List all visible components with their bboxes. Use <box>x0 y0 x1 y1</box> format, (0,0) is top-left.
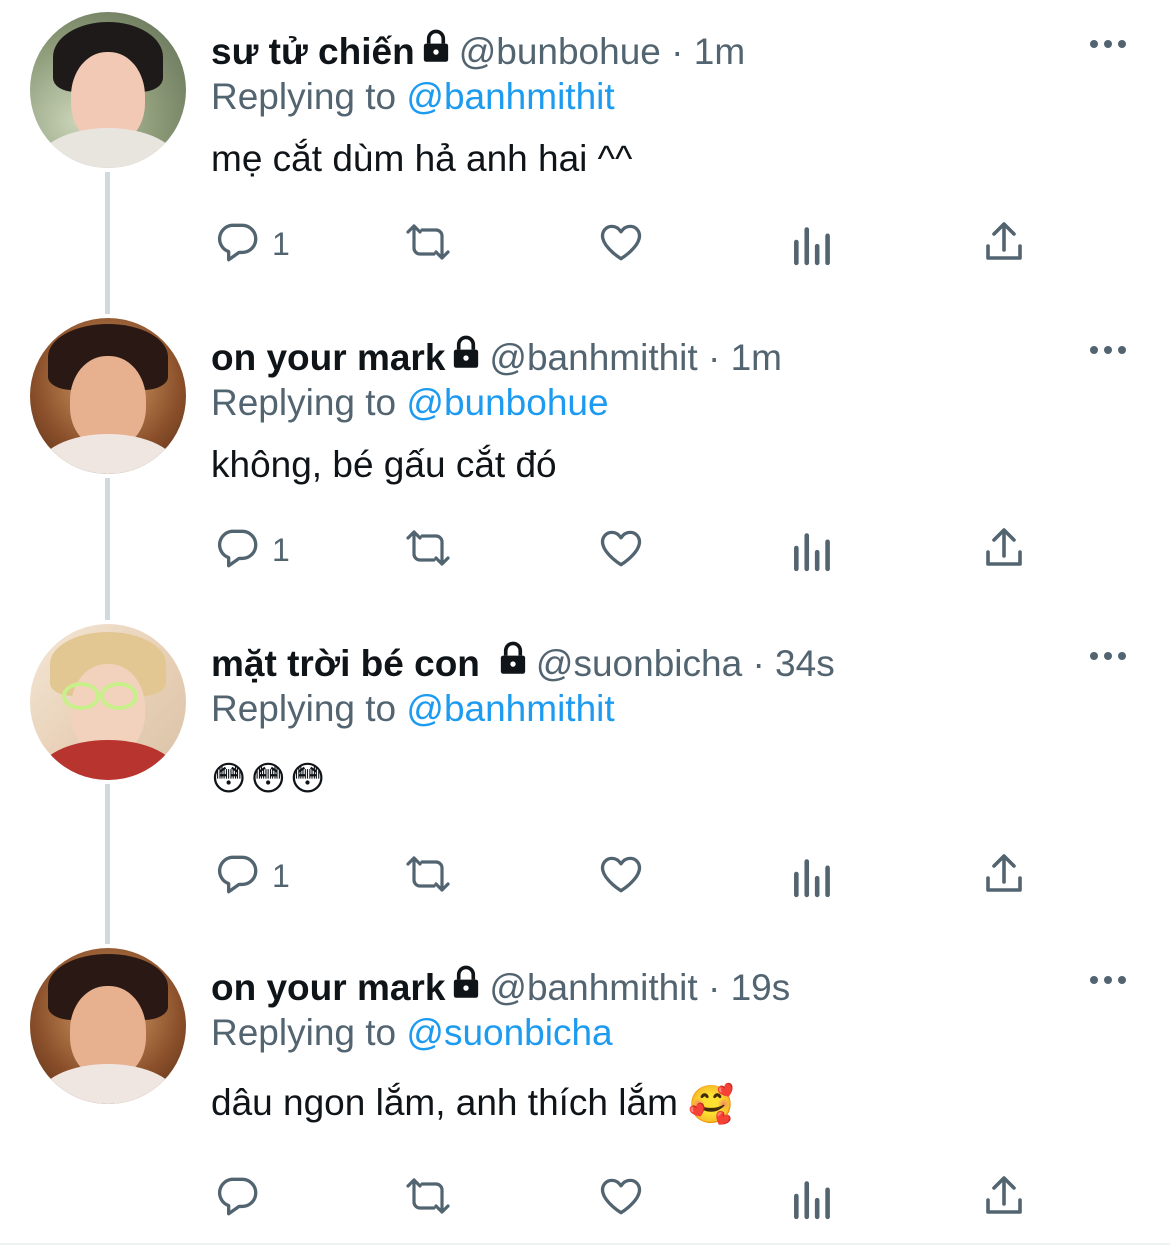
lock-icon <box>451 332 481 382</box>
heart-icon <box>596 1171 646 1226</box>
analytics-icon <box>790 523 836 578</box>
reply-count: 1 <box>272 857 290 894</box>
tweet[interactable]: on your mark @banhmithit · 1m Replying to… <box>0 318 1170 608</box>
divider <box>0 1243 1170 1245</box>
reply-button[interactable]: 1 <box>212 214 290 274</box>
timestamp[interactable]: 1m <box>731 337 782 378</box>
like-button[interactable] <box>596 1168 646 1228</box>
tweet-header: sư tử chiến @bunbohue · 1m <box>211 26 745 76</box>
tweet-header: on your mark @banhmithit · 19s <box>211 962 790 1012</box>
retweet-button[interactable] <box>400 214 456 274</box>
like-button[interactable] <box>596 214 646 274</box>
analytics-icon <box>790 1171 836 1226</box>
action-bar <box>0 1168 1170 1228</box>
tweet[interactable]: on your mark @banhmithit · 19s Replying t… <box>0 948 1170 1238</box>
retweet-button[interactable] <box>400 1168 456 1228</box>
avatar[interactable] <box>30 12 186 168</box>
handle[interactable]: @suonbicha <box>536 643 742 684</box>
avatar[interactable] <box>30 948 186 1104</box>
replying-to: Replying to @suonbicha <box>211 1012 613 1053</box>
separator-dot: · <box>707 336 721 378</box>
tweet-text: dâu ngon lắm, anh thích lắm 🥰 <box>211 1078 734 1130</box>
avatar[interactable] <box>30 318 186 474</box>
avatar[interactable] <box>30 624 186 780</box>
like-button[interactable] <box>596 520 646 580</box>
lock-icon <box>451 962 481 1012</box>
handle[interactable]: @bunbohue <box>459 31 661 72</box>
tweet-text: 😳😳😳 <box>211 760 330 798</box>
timestamp[interactable]: 1m <box>694 31 745 72</box>
tweet-header: on your mark @banhmithit · 1m <box>211 332 782 382</box>
reply-count: 1 <box>272 225 290 262</box>
separator-dot: · <box>671 30 684 72</box>
like-button[interactable] <box>596 846 646 906</box>
retweet-button[interactable] <box>400 520 456 580</box>
views-button[interactable] <box>790 1168 836 1228</box>
more-icon[interactable] <box>1088 972 1128 988</box>
reply-button[interactable]: 1 <box>212 846 290 906</box>
replying-to: Replying to @banhmithit <box>211 688 615 729</box>
tweet[interactable]: mặt trời bé con @suonbicha · 34s Replying… <box>0 624 1170 924</box>
reply-button[interactable]: 1 <box>212 520 290 580</box>
reply-icon <box>212 849 262 904</box>
lock-icon <box>498 638 528 688</box>
lock-icon <box>421 26 451 76</box>
views-button[interactable] <box>790 214 836 274</box>
action-bar: 1 <box>0 846 1170 906</box>
more-icon[interactable] <box>1088 342 1128 358</box>
smiling-hearts-emoji: 🥰 <box>688 1084 735 1126</box>
share-button[interactable] <box>980 1168 1028 1228</box>
reply-icon <box>212 1171 262 1226</box>
handle[interactable]: @banhmithit <box>489 337 697 378</box>
views-button[interactable] <box>790 520 836 580</box>
display-name[interactable]: mặt trời bé con <box>211 643 480 684</box>
replying-to: Replying to @bunbohue <box>211 382 609 423</box>
display-name[interactable]: sư tử chiến <box>211 31 415 72</box>
views-button[interactable] <box>790 846 836 906</box>
reply-count: 1 <box>272 531 290 568</box>
action-bar: 1 <box>0 520 1170 580</box>
heart-icon <box>596 523 646 578</box>
retweet-icon <box>400 523 456 578</box>
reply-icon <box>212 523 262 578</box>
share-button[interactable] <box>980 214 1028 274</box>
display-name[interactable]: on your mark <box>211 967 445 1008</box>
tweet-text: mẹ cắt dùm hả anh hai ^^ <box>211 138 633 179</box>
reply-icon <box>212 217 262 272</box>
handle[interactable]: @banhmithit <box>489 967 697 1008</box>
heart-icon <box>596 217 646 272</box>
analytics-icon <box>790 849 836 904</box>
action-bar: 1 <box>0 214 1170 274</box>
display-name[interactable]: on your mark <box>211 337 445 378</box>
timestamp[interactable]: 19s <box>731 967 791 1008</box>
share-icon <box>980 217 1028 272</box>
analytics-icon <box>790 217 836 272</box>
retweet-button[interactable] <box>400 846 456 906</box>
replying-to: Replying to @banhmithit <box>211 76 615 117</box>
mention-link[interactable]: @banhmithit <box>406 76 614 117</box>
more-icon[interactable] <box>1088 648 1128 664</box>
reply-button[interactable] <box>212 1168 272 1228</box>
share-button[interactable] <box>980 846 1028 906</box>
separator-dot: · <box>707 966 721 1008</box>
share-icon <box>980 849 1028 904</box>
mention-link[interactable]: @suonbicha <box>406 1012 612 1053</box>
tweet[interactable]: sư tử chiến @bunbohue · 1m Replying to @b… <box>0 12 1170 302</box>
retweet-icon <box>400 1171 456 1226</box>
timestamp[interactable]: 34s <box>775 643 835 684</box>
retweet-icon <box>400 849 456 904</box>
separator-dot: · <box>752 642 765 684</box>
share-button[interactable] <box>980 520 1028 580</box>
more-icon[interactable] <box>1088 36 1128 52</box>
tweet-text: không, bé gấu cắt đó <box>211 444 557 485</box>
mention-link[interactable]: @bunbohue <box>406 382 608 423</box>
heart-icon <box>596 849 646 904</box>
tweet-header: mặt trời bé con @suonbicha · 34s <box>211 638 835 688</box>
retweet-icon <box>400 217 456 272</box>
share-icon <box>980 523 1028 578</box>
share-icon <box>980 1171 1028 1226</box>
mention-link[interactable]: @banhmithit <box>406 688 614 729</box>
